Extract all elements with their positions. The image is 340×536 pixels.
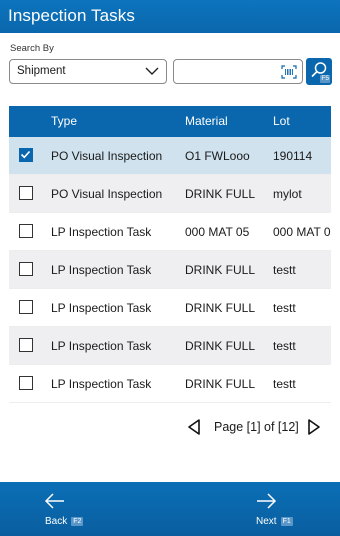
column-header-type[interactable]: Type xyxy=(51,114,77,128)
row-checkbox[interactable] xyxy=(19,148,33,162)
cell-type: PO Visual Inspection xyxy=(51,149,163,163)
triangle-left-icon[interactable] xyxy=(186,418,202,436)
cell-type: LP Inspection Task xyxy=(51,301,152,315)
cell-material: DRINK FULL xyxy=(185,263,256,277)
next-label: Next F1 xyxy=(256,516,293,527)
table-row[interactable]: PO Visual Inspection DRINK FULL mylot xyxy=(9,175,331,213)
cell-type: LP Inspection Task xyxy=(51,225,152,239)
cell-lot: 000 MAT 0 xyxy=(273,225,331,239)
search-button[interactable]: F5 xyxy=(306,58,332,85)
back-label: Back F2 xyxy=(45,516,84,527)
page-title: Inspection Tasks xyxy=(8,6,135,25)
search-by-label: Search By xyxy=(10,43,54,54)
triangle-right-icon[interactable] xyxy=(306,418,322,436)
cell-lot: mylot xyxy=(273,187,302,201)
search-input[interactable] xyxy=(178,63,278,80)
title-bar: Inspection Tasks xyxy=(0,0,340,33)
table-row[interactable]: LP Inspection Task 000 MAT 05 000 MAT 0 xyxy=(9,213,331,251)
footer-bar: Back F2 Next F1 xyxy=(0,482,340,536)
row-checkbox[interactable] xyxy=(19,224,33,238)
inspection-tasks-table: Type Material Lot PO Visual Inspection O… xyxy=(9,106,331,403)
back-button[interactable]: Back F2 xyxy=(44,492,84,527)
cell-type: LP Inspection Task xyxy=(51,339,152,353)
table-row[interactable]: LP Inspection Task DRINK FULL testt xyxy=(9,327,331,365)
check-icon xyxy=(20,150,31,159)
column-header-material[interactable]: Material xyxy=(185,114,228,128)
cell-lot: testt xyxy=(273,301,296,315)
table-header: Type Material Lot xyxy=(9,106,331,137)
arrow-left-icon xyxy=(44,493,64,509)
row-checkbox[interactable] xyxy=(19,376,33,390)
table-row[interactable]: LP Inspection Task DRINK FULL testt xyxy=(9,289,331,327)
arrow-right-icon xyxy=(257,493,277,509)
table-row[interactable]: LP Inspection Task DRINK FULL testt xyxy=(9,251,331,289)
cell-type: PO Visual Inspection xyxy=(51,187,163,201)
next-button[interactable]: Next F1 xyxy=(255,492,293,527)
column-header-lot[interactable]: Lot xyxy=(273,114,290,128)
barcode-scan-icon[interactable] xyxy=(281,65,297,79)
row-checkbox[interactable] xyxy=(19,300,33,314)
next-shortcut-badge: F1 xyxy=(280,517,293,526)
page-indicator: Page [1] of [12] xyxy=(214,420,299,434)
back-shortcut-badge: F2 xyxy=(71,517,84,526)
cell-type: LP Inspection Task xyxy=(51,263,152,277)
cell-material: DRINK FULL xyxy=(185,301,256,315)
row-checkbox[interactable] xyxy=(19,186,33,200)
chevron-down-icon xyxy=(145,67,159,75)
cell-lot: 190114 xyxy=(273,149,313,163)
table-row[interactable]: PO Visual Inspection O1 FWLooo 190114 xyxy=(9,137,331,175)
cell-lot: testt xyxy=(273,377,296,391)
search-by-selected-value: Shipment xyxy=(17,65,66,77)
search-shortcut-badge: F5 xyxy=(320,75,330,83)
cell-material: DRINK FULL xyxy=(185,339,256,353)
cell-material: 000 MAT 05 xyxy=(185,225,250,239)
cell-lot: testt xyxy=(273,263,296,277)
cell-material: DRINK FULL xyxy=(185,377,256,391)
cell-material: DRINK FULL xyxy=(185,187,256,201)
search-by-dropdown[interactable]: Shipment xyxy=(9,59,167,84)
cell-material: O1 FWLooo xyxy=(185,149,250,163)
cell-type: LP Inspection Task xyxy=(51,377,152,391)
search-field[interactable] xyxy=(173,59,303,84)
row-checkbox[interactable] xyxy=(19,262,33,276)
row-checkbox[interactable] xyxy=(19,338,33,352)
table-row[interactable]: LP Inspection Task DRINK FULL testt xyxy=(9,365,331,403)
cell-lot: testt xyxy=(273,339,296,353)
